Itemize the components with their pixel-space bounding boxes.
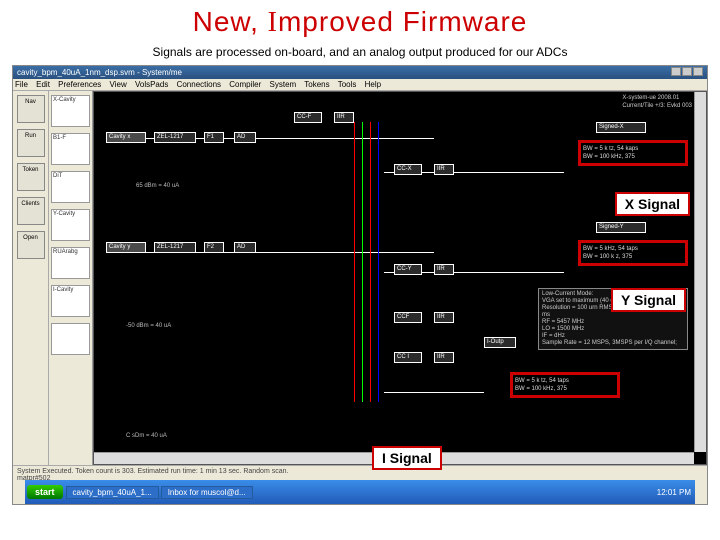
menubar[interactable]: File Edit Preferences View VolsPads Conn…: [13, 79, 707, 91]
note-csdbm: C sDm = 40 uA: [124, 432, 204, 441]
callout-y: Y Signal: [611, 288, 686, 312]
max-button[interactable]: [682, 67, 692, 76]
block-cci[interactable]: CC I: [394, 352, 422, 363]
block-ad2[interactable]: AD: [234, 242, 256, 253]
menu-tools[interactable]: Tools: [338, 80, 357, 89]
tool-clients[interactable]: Clients: [17, 197, 45, 225]
diagram-canvas[interactable]: X-system-ue 2008.01Current/Tile +/3: Evk…: [93, 91, 707, 465]
block-ccx[interactable]: CC-X: [394, 164, 422, 175]
vscrollbar[interactable]: [694, 92, 706, 452]
menu-file[interactable]: File: [15, 80, 28, 89]
slot-ruarabg[interactable]: RUArabg: [51, 247, 90, 279]
block-zel2[interactable]: ZEL-1217: [154, 242, 196, 253]
block-signed-y[interactable]: Signed-Y: [596, 222, 646, 233]
tool-open[interactable]: Open: [17, 231, 45, 259]
slot-empty[interactable]: [51, 323, 90, 355]
menu-compiler[interactable]: Compiler: [229, 80, 261, 89]
tool-rail: Nav Run Token Clients Open: [13, 91, 49, 465]
menu-help[interactable]: Help: [365, 80, 381, 89]
block-iir2[interactable]: IIR: [434, 164, 454, 175]
callout-x: X Signal: [615, 192, 690, 216]
window-buttons[interactable]: [670, 67, 703, 78]
wire: [370, 122, 371, 402]
block-f1[interactable]: F1: [204, 132, 224, 143]
tool-nav[interactable]: Nav: [17, 95, 45, 123]
menu-volspads[interactable]: VolsPads: [135, 80, 168, 89]
block-cavity-x[interactable]: Cavity x: [106, 132, 146, 143]
wire: [378, 122, 379, 402]
block-iir4[interactable]: IIR: [434, 312, 454, 323]
taskbar-task[interactable]: cavity_bpm_40uA_1...: [66, 486, 159, 499]
slot-icav[interactable]: I-Cavity: [51, 285, 90, 317]
menu-edit[interactable]: Edit: [36, 80, 50, 89]
slot-dit[interactable]: DiT: [51, 171, 90, 203]
callout-i: I Signal: [372, 446, 442, 470]
block-iir0[interactable]: IIR: [334, 112, 354, 123]
block-ccf2[interactable]: CCF: [394, 312, 422, 323]
block-iir5[interactable]: IIR: [434, 352, 454, 363]
slot-xcav[interactable]: X-Cavity: [51, 95, 90, 127]
menu-tokens[interactable]: Tokens: [304, 80, 329, 89]
block-ccf[interactable]: CC-F: [294, 112, 322, 123]
menu-connections[interactable]: Connections: [177, 80, 221, 89]
close-button[interactable]: [693, 67, 703, 76]
block-signed-x[interactable]: Signed-X: [596, 122, 646, 133]
block-cavity-y[interactable]: Cavity y: [106, 242, 146, 253]
block-ccy[interactable]: CC-Y: [394, 264, 422, 275]
titlebar[interactable]: cavity_bpm_40uA_1nm_dsp.svm - System/me: [13, 66, 707, 79]
wire: [384, 392, 484, 393]
tool-run[interactable]: Run: [17, 129, 45, 157]
menu-system[interactable]: System: [270, 80, 297, 89]
note-dbm2: -50 dBm = 40 uA: [124, 322, 204, 331]
start-button[interactable]: start: [27, 485, 63, 499]
redbox-y: BW = 5 kHz, 54 tapsBW = 100 k z, 375: [578, 240, 688, 266]
wire: [354, 122, 355, 402]
redbox-i: BW = 5 k tz, 54 tapsBW = 100 kHz, 375: [510, 372, 620, 398]
canvas-info: X-system-ue 2008.01Current/Tile +/3: Evk…: [622, 94, 692, 110]
taskbar[interactable]: start cavity_bpm_40uA_1... Inbox for mus…: [25, 480, 695, 504]
block-f2[interactable]: F2: [204, 242, 224, 253]
note-dbm1: 65 dBm = 40 uA: [134, 182, 214, 191]
min-button[interactable]: [671, 67, 681, 76]
redbox-x: BW = 5 k tz, 54 kapsBW = 100 kHz, 375: [578, 140, 688, 166]
tool-token[interactable]: Token: [17, 163, 45, 191]
slot-ycav[interactable]: Y-Cavity: [51, 209, 90, 241]
menu-view[interactable]: View: [110, 80, 127, 89]
wire: [362, 122, 363, 402]
block-iir3[interactable]: IIR: [434, 264, 454, 275]
slide-subtitle: Signals are processed on-board, and an a…: [0, 41, 720, 61]
slide-title: New, Improved Firmware: [0, 0, 720, 41]
slot-b1f[interactable]: B1-F: [51, 133, 90, 165]
system-tray[interactable]: 12:01 PM: [653, 488, 695, 497]
slot-rail: X-Cavity B1-F DiT Y-Cavity RUArabg I-Cav…: [49, 91, 93, 465]
menu-prefs[interactable]: Preferences: [58, 80, 101, 89]
block-ioutp[interactable]: I-Outp: [484, 337, 516, 348]
block-zel1[interactable]: ZEL-1217: [154, 132, 196, 143]
app-window: cavity_bpm_40uA_1nm_dsp.svm - System/me …: [12, 65, 708, 505]
block-ad[interactable]: AD: [234, 132, 256, 143]
window-title: cavity_bpm_40uA_1nm_dsp.svm - System/me: [17, 68, 182, 77]
taskbar-task[interactable]: Inbox for muscol@d...: [161, 486, 253, 499]
